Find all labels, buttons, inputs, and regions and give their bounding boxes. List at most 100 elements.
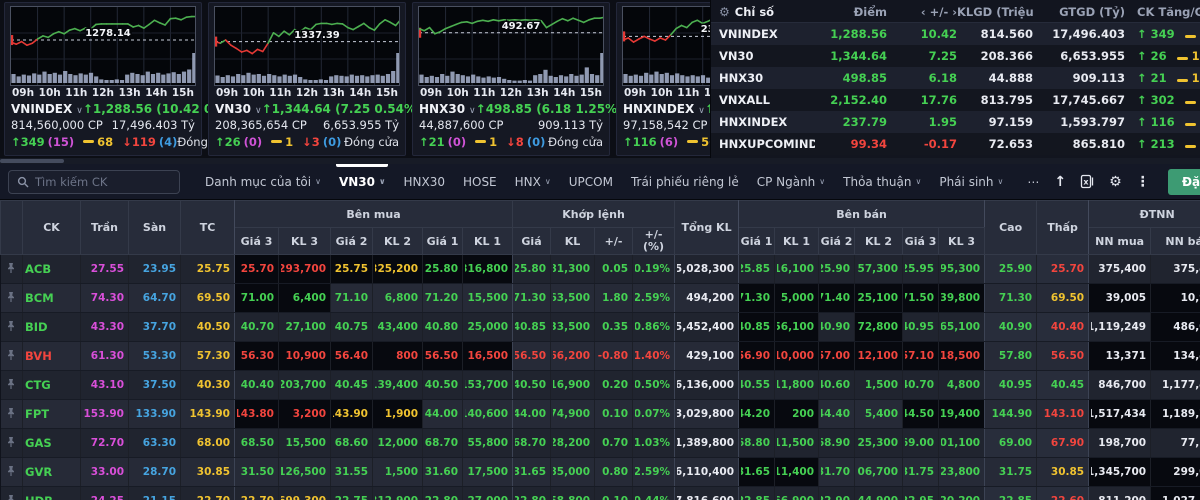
- cell-fpt-17[interactable]: 200: [774, 399, 820, 429]
- cell-bid-15[interactable]: 5,452,400: [674, 312, 740, 342]
- cell-bvh-14[interactable]: -1.40%: [632, 341, 676, 371]
- cell-hdb-18[interactable]: 22.90: [818, 486, 856, 500]
- cell-gas-8[interactable]: 12,000: [372, 428, 423, 458]
- cell-hdb-11[interactable]: 22.80: [512, 486, 552, 500]
- cell-gas-16[interactable]: 68.80: [738, 428, 776, 458]
- cell-bcm-12[interactable]: 63,500: [550, 283, 596, 313]
- cell-bid-5[interactable]: 40.70: [234, 312, 279, 342]
- cell-bcm-17[interactable]: 5,000: [774, 283, 820, 313]
- cell-bcm-6[interactable]: 6,400: [278, 283, 331, 313]
- cell-acb-20[interactable]: 25.95: [902, 254, 940, 284]
- cell-gvr-18[interactable]: 31.70: [818, 457, 856, 487]
- cell-bvh-9[interactable]: 56.50: [422, 341, 463, 371]
- cell-bid-12[interactable]: 133,500: [550, 312, 596, 342]
- cell-bvh-19[interactable]: 12,100: [854, 341, 904, 371]
- cell-gvr-17[interactable]: 111,400: [774, 457, 820, 487]
- scrollbar-thumb[interactable]: [0, 159, 64, 163]
- cell-gas-9[interactable]: 68.70: [422, 428, 463, 458]
- excel-export-icon[interactable]: x: [1080, 174, 1095, 189]
- cell-bvh-15[interactable]: 429,100: [674, 341, 740, 371]
- pin-icon[interactable]: [0, 399, 23, 429]
- cell-hdb-17[interactable]: 266,900: [774, 486, 820, 500]
- cell-bvh-18[interactable]: 57.00: [818, 341, 856, 371]
- cell-bvh-8[interactable]: 800: [372, 341, 423, 371]
- cell-bvh-5[interactable]: 56.30: [234, 341, 279, 371]
- pin-icon[interactable]: [0, 283, 23, 313]
- cell-fpt-10[interactable]: 140,600: [462, 399, 514, 429]
- place-order-button[interactable]: Đặt lệnh: [1167, 168, 1200, 195]
- cell-fpt-13[interactable]: 0.10: [594, 399, 634, 429]
- cell-gvr-7[interactable]: 31.55: [330, 457, 373, 487]
- cell-fpt-12[interactable]: 174,900: [550, 399, 596, 429]
- cell-gvr-11[interactable]: 31.65: [512, 457, 552, 487]
- cell-ctg-7[interactable]: 40.45: [330, 370, 373, 400]
- tab-phái-sinh[interactable]: Phái sinh ∨: [930, 164, 1012, 200]
- more-tabs-button[interactable]: ⋯: [1018, 164, 1048, 200]
- pin-icon[interactable]: [0, 370, 23, 400]
- cell-gas-5[interactable]: 68.50: [234, 428, 279, 458]
- cell-fpt-8[interactable]: 1,900: [372, 399, 423, 429]
- cell-hdb-9[interactable]: 22.80: [422, 486, 463, 500]
- index-row-hnxupcomindex[interactable]: HNXUPCOMINDEX99.34-0.1772.653865.810↑ 21…: [711, 133, 1200, 155]
- cell-gvr-14[interactable]: 2.59%: [632, 457, 676, 487]
- cell-ctg-16[interactable]: 40.55: [738, 370, 776, 400]
- collapse-charts-icon[interactable]: ↑: [1054, 174, 1066, 190]
- ticker-symbol[interactable]: BVH: [22, 341, 81, 371]
- pin-icon[interactable]: [0, 254, 23, 284]
- stock-search[interactable]: [8, 169, 180, 194]
- cell-hdb-13[interactable]: 0.10: [594, 486, 634, 500]
- index-name[interactable]: VNINDEX ∨: [11, 98, 83, 117]
- cell-bcm-14[interactable]: 2.59%: [632, 283, 676, 313]
- cell-bid-9[interactable]: 40.80: [422, 312, 463, 342]
- cell-hdb-20[interactable]: 22.95: [902, 486, 940, 500]
- search-input[interactable]: [35, 174, 171, 189]
- cell-gvr-10[interactable]: 17,500: [462, 457, 514, 487]
- cell-fpt-9[interactable]: 144.00: [422, 399, 463, 429]
- cell-acb-5[interactable]: 25.70: [234, 254, 279, 284]
- cell-bvh-6[interactable]: 10,900: [278, 341, 331, 371]
- cell-gvr-13[interactable]: 0.80: [594, 457, 634, 487]
- ticker-symbol[interactable]: GVR: [22, 457, 81, 487]
- cell-gvr-6[interactable]: 126,500: [278, 457, 331, 487]
- tab-upcom[interactable]: UPCOM: [560, 164, 622, 200]
- cell-gas-18[interactable]: 68.90: [818, 428, 856, 458]
- cell-hdb-15[interactable]: 7,816,600: [674, 486, 740, 500]
- pin-icon[interactable]: [0, 341, 23, 371]
- cell-bid-16[interactable]: 40.85: [738, 312, 776, 342]
- pin-icon[interactable]: [0, 486, 23, 500]
- cell-bcm-21[interactable]: 39,800: [938, 283, 986, 313]
- cell-bcm-20[interactable]: 71.50: [902, 283, 940, 313]
- cell-bcm-7[interactable]: 71.10: [330, 283, 373, 313]
- cell-bid-10[interactable]: 25,000: [462, 312, 514, 342]
- cell-fpt-18[interactable]: 144.40: [818, 399, 856, 429]
- tab-hnx30[interactable]: HNX30: [394, 164, 454, 200]
- cell-acb-12[interactable]: 181,300: [550, 254, 596, 284]
- cell-hdb-7[interactable]: 22.75: [330, 486, 373, 500]
- index-name[interactable]: HNX30 ∨: [419, 98, 476, 117]
- cell-gvr-16[interactable]: 31.65: [738, 457, 776, 487]
- cell-bvh-11[interactable]: 56.50: [512, 341, 552, 371]
- ticker-symbol[interactable]: FPT: [22, 399, 81, 429]
- cell-bid-11[interactable]: 40.85: [512, 312, 552, 342]
- cell-gas-6[interactable]: 15,500: [278, 428, 331, 458]
- cell-gvr-8[interactable]: 1,500: [372, 457, 423, 487]
- ticker-symbol[interactable]: CTG: [22, 370, 81, 400]
- settings-gear-icon[interactable]: ⚙: [1109, 174, 1122, 190]
- tab-cp-ngành[interactable]: CP Ngành ∨: [748, 164, 834, 200]
- cell-gvr-15[interactable]: 6,110,400: [674, 457, 740, 487]
- cell-fpt-11[interactable]: 144.00: [512, 399, 552, 429]
- cell-gvr-19[interactable]: 206,700: [854, 457, 904, 487]
- cell-bcm-5[interactable]: 71.00: [234, 283, 279, 313]
- cell-bvh-10[interactable]: 16,500: [462, 341, 514, 371]
- cell-hdb-8[interactable]: 312,900: [372, 486, 423, 500]
- pin-icon[interactable]: [0, 428, 23, 458]
- cell-ctg-11[interactable]: 40.50: [512, 370, 552, 400]
- ticker-symbol[interactable]: BID: [22, 312, 81, 342]
- cell-gas-20[interactable]: 69.00: [902, 428, 940, 458]
- cell-acb-17[interactable]: 16,100: [774, 254, 820, 284]
- cell-gas-7[interactable]: 68.60: [330, 428, 373, 458]
- cell-bcm-15[interactable]: 494,200: [674, 283, 740, 313]
- index-row-vnindex[interactable]: VNINDEX 1,288.56 10.42 814.560 17,496.403 ↑ 3…: [711, 23, 1200, 45]
- cell-gvr-9[interactable]: 31.60: [422, 457, 463, 487]
- cell-bvh-20[interactable]: 57.10: [902, 341, 940, 371]
